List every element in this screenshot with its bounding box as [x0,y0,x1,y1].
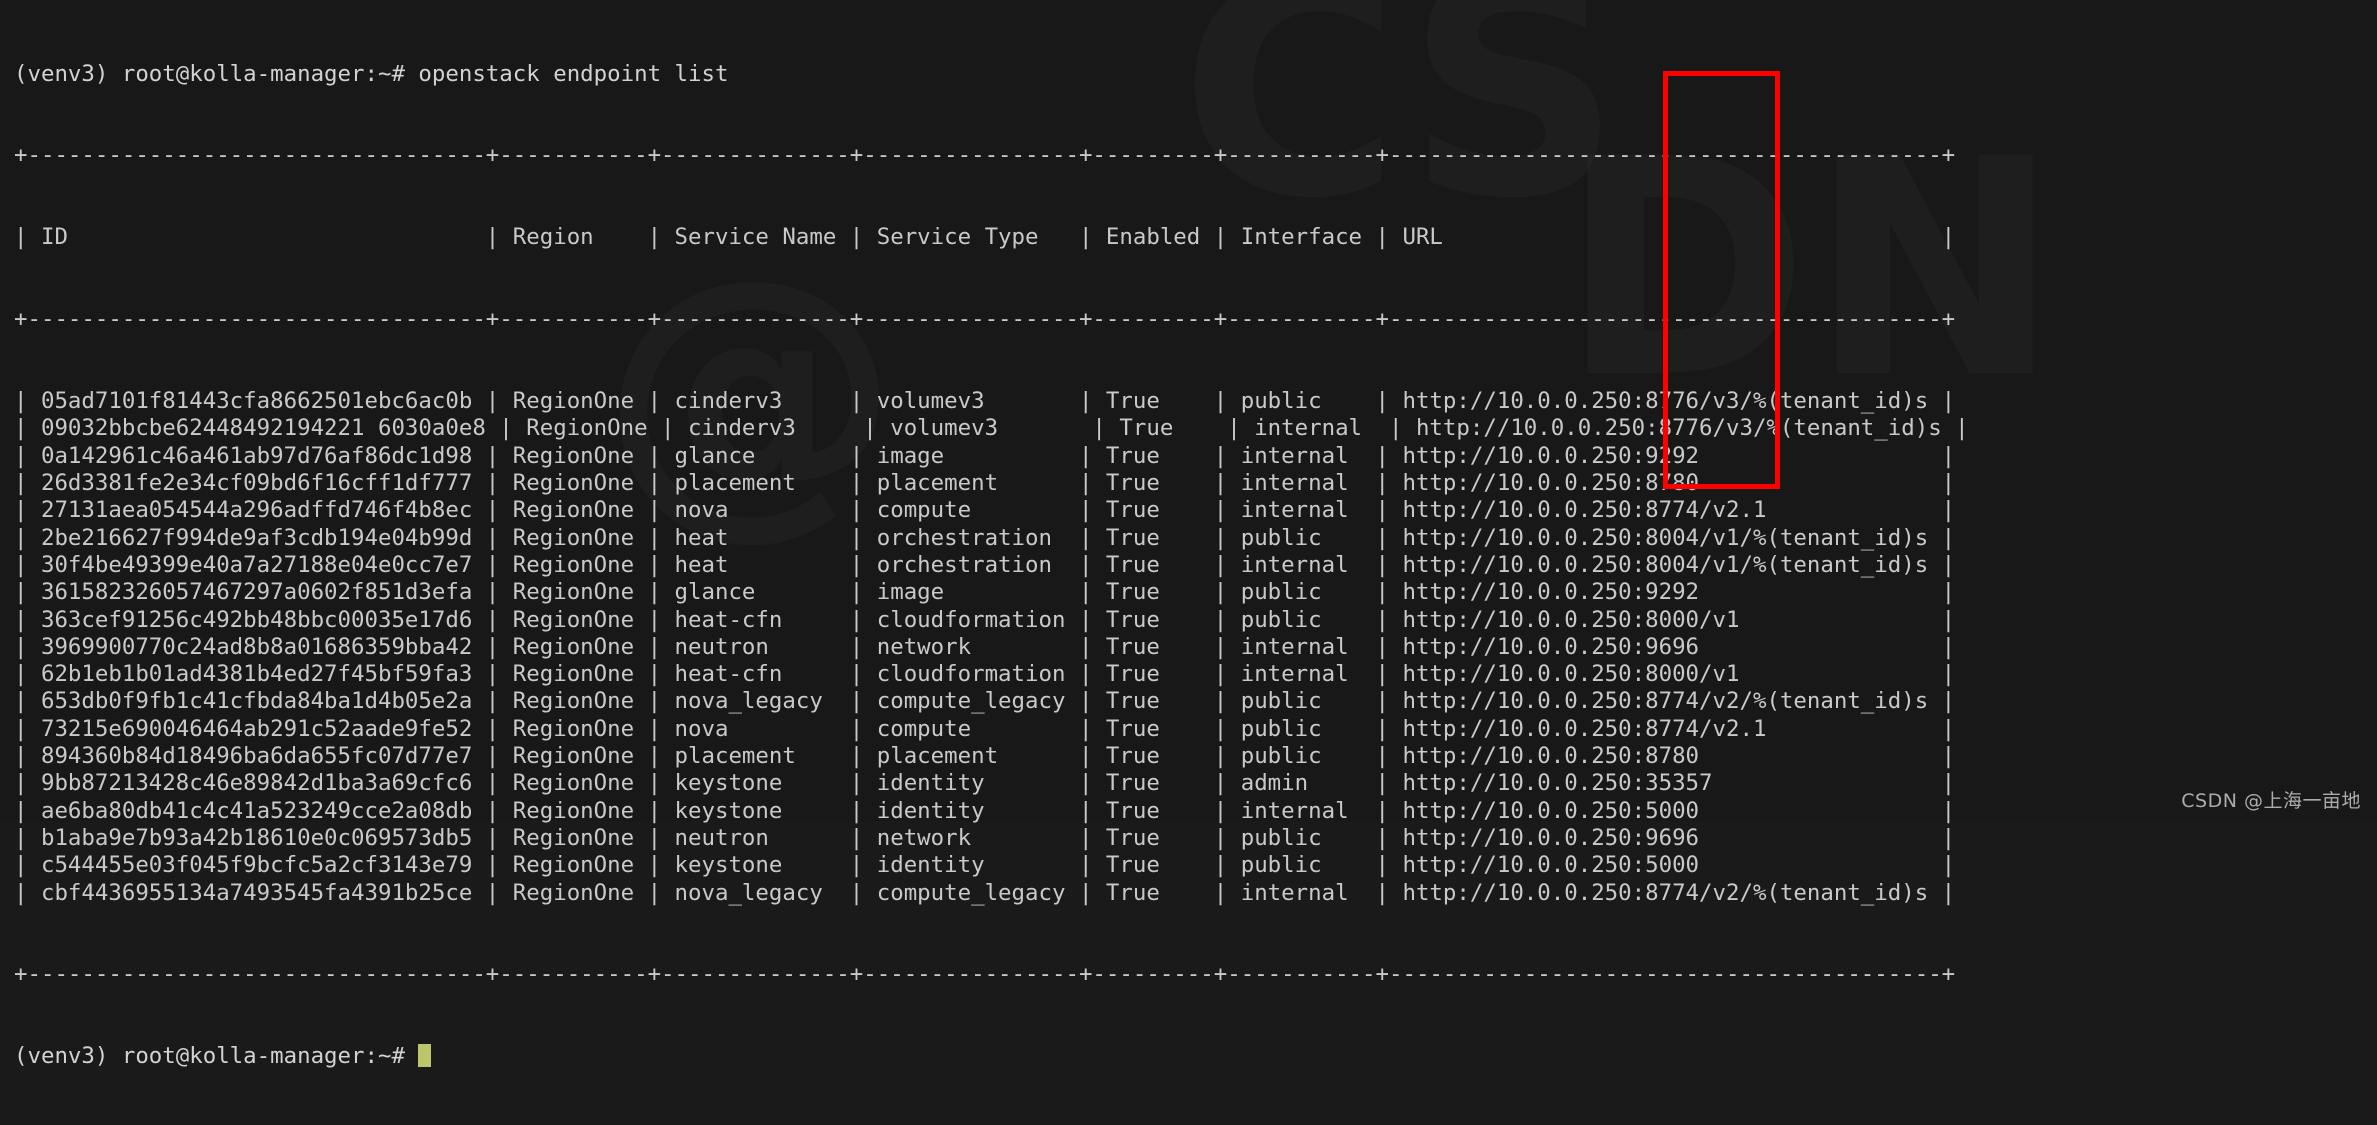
table-separator-header: +----------------------------------+----… [14,306,1956,333]
terminal-output: (venv3) root@kolla-manager:~# openstack … [14,6,2377,1125]
table-row: | 09032bbcbe62448492194221 6030a0e8 | Re… [14,415,1969,442]
table-row: | 27131aea054544a296adffd746f4b8ec | Reg… [14,497,1956,524]
table-separator-bottom: +----------------------------------+----… [14,961,1956,988]
table-row: | 361582326057467297a0602f851d3efa | Reg… [14,579,1956,606]
table-row: | 2be216627f994de9af3cdb194e04b99d | Reg… [14,524,1956,551]
table-row: | 73215e690046464ab291c52aade9fe52 | Reg… [14,715,1956,742]
table-row: | 653db0f9fb1c41cfbda84ba1d4b05e2a | Reg… [14,688,1956,715]
table-row: | 9bb87213428c46e89842d1ba3a69cfc6 | Reg… [14,770,1956,797]
table-row: | c544455e03f045f9bcfc5a2cf3143e79 | Reg… [14,852,1956,879]
table-row: | 0a142961c46a461ab97d76af86dc1d98 | Reg… [14,442,1956,469]
table-row: | b1aba9e7b93a42b18610e0c069573db5 | Reg… [14,824,1956,851]
terminal-cursor [418,1044,432,1068]
table-separator-top: +----------------------------------+----… [14,142,1956,169]
table-row: | 05ad7101f81443cfa8662501ebc6ac0b | Reg… [14,388,1956,415]
table-row: | 894360b84d18496ba6da655fc07d77e7 | Reg… [14,743,1956,770]
table-body: | 05ad7101f81443cfa8662501ebc6ac0b | Reg… [14,388,2377,907]
shell-prompt-top: (venv3) root@kolla-manager:~# [14,60,419,87]
table-row: | 30f4be49399e40a7a27188e04e0cc7e7 | Reg… [14,551,1956,578]
command-line-bottom: (venv3) root@kolla-manager:~# [14,1043,2377,1070]
table-row: | cbf4436955134a7493545fa4391b25ce | Reg… [14,879,1956,906]
shell-prompt-bottom: (venv3) root@kolla-manager:~# [14,1043,419,1070]
terminal-window[interactable]: CS DN @ (venv3) root@kolla-manager:~# op… [0,0,2377,1069]
table-row: | 26d3381fe2e34cf09bd6f16cff1df777 | Reg… [14,470,1956,497]
table-row: | 363cef91256c492bb48bbc00035e17d6 | Reg… [14,606,1956,633]
csdn-watermark: CSDN @上海一亩地 [2181,790,2361,812]
command-line-top: (venv3) root@kolla-manager:~# openstack … [14,61,2377,88]
table-header-row: | ID | Region | Service Name | Service T… [14,224,1956,251]
command-text: openstack endpoint list [418,60,729,87]
table-row: | 62b1eb1b01ad4381b4ed27f45bf59fa3 | Reg… [14,661,1956,688]
table-row: | 3969900770c24ad8b8a01686359bba42 | Reg… [14,633,1956,660]
